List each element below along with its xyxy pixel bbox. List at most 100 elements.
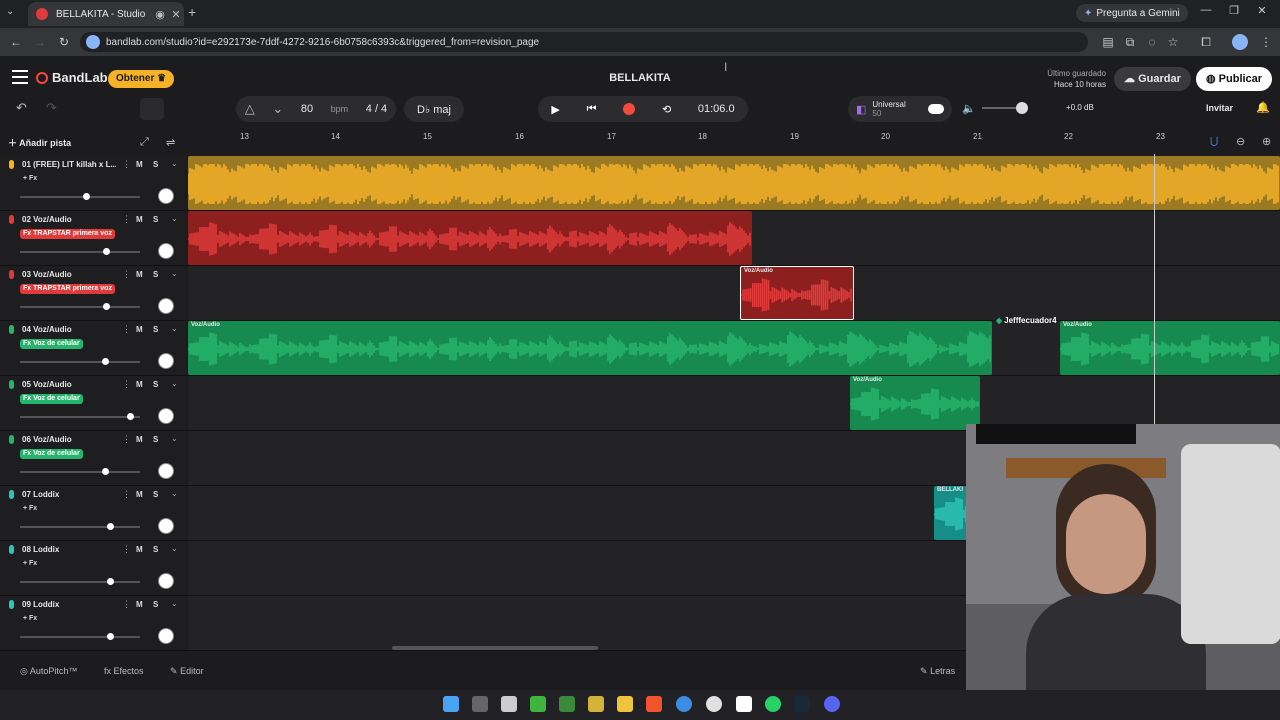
track-name[interactable]: 03 Voz/Audio: [22, 270, 116, 279]
maximize-icon[interactable]: ❐: [1222, 4, 1246, 22]
fx-button[interactable]: + Fx: [20, 614, 40, 624]
url-field[interactable]: bandlab.com/studio?id=e292173e-7ddf-4272…: [80, 32, 1088, 52]
track-more-icon[interactable]: ⋮: [122, 269, 131, 280]
effects-button[interactable]: fx Efectos: [104, 666, 144, 676]
track-volume-knob[interactable]: [102, 358, 110, 365]
whatsapp-icon[interactable]: [765, 696, 781, 712]
pan-knob[interactable]: [158, 573, 174, 589]
tool-icon[interactable]: [140, 98, 164, 120]
close-tab-icon[interactable]: ✕: [168, 8, 184, 21]
mute-button[interactable]: M: [136, 435, 143, 444]
track-volume-slider[interactable]: [20, 248, 140, 255]
track-header[interactable]: 06 Voz/Audio ⋮ M S ⌄ Fx Voz de celular: [0, 431, 186, 485]
track-lane[interactable]: [188, 211, 1280, 265]
mic-icon[interactable]: [9, 325, 14, 334]
fx-button[interactable]: Fx Voz de celular: [20, 339, 83, 349]
capcut-icon[interactable]: [736, 696, 752, 712]
tab-audio-icon[interactable]: ◉: [152, 8, 168, 21]
zoom-out-icon[interactable]: ⊖: [1236, 135, 1245, 148]
settings-sliders-icon[interactable]: ⇌: [166, 136, 175, 149]
mute-button[interactable]: M: [136, 270, 143, 279]
profile-avatar[interactable]: [1232, 34, 1248, 50]
track-volume-slider[interactable]: [20, 578, 140, 585]
reader-icon[interactable]: ▤: [1098, 32, 1118, 52]
link-icon[interactable]: ⤢: [140, 136, 149, 149]
track-volume-slider[interactable]: [20, 413, 140, 420]
magnet-icon[interactable]: ⋃: [1210, 136, 1218, 147]
fx-button[interactable]: + Fx: [20, 174, 40, 184]
track-name[interactable]: 05 Voz/Audio: [22, 380, 116, 389]
chevron-down-icon[interactable]: ⌄: [171, 544, 178, 553]
browser-tab[interactable]: BELLAKITA - Studio ◉ ✕: [28, 2, 184, 26]
fx-button[interactable]: + Fx: [20, 504, 40, 514]
minimize-icon[interactable]: —: [1194, 4, 1218, 22]
fx-button[interactable]: Fx Voz de celular: [20, 449, 83, 459]
minecraft-icon[interactable]: [559, 696, 575, 712]
pan-knob[interactable]: [158, 243, 174, 259]
solo-button[interactable]: S: [153, 435, 158, 444]
discord-icon[interactable]: [824, 696, 840, 712]
track-volume-knob[interactable]: [83, 193, 90, 200]
reload-icon[interactable]: ↻: [54, 32, 74, 52]
track-name[interactable]: 02 Voz/Audio: [22, 215, 116, 224]
solo-button[interactable]: S: [153, 380, 158, 389]
solo-button[interactable]: S: [153, 270, 158, 279]
time-signature[interactable]: 4 / 4: [366, 103, 387, 115]
track-more-icon[interactable]: ⋮: [122, 379, 131, 390]
install-icon[interactable]: ⧉: [1120, 32, 1140, 52]
track-more-icon[interactable]: ⋮: [122, 599, 131, 610]
chevron-down-icon[interactable]: ⌄: [171, 434, 178, 443]
track-name[interactable]: 04 Voz/Audio: [22, 325, 116, 334]
track-header[interactable]: 01 (FREE) LIT killah x L... ⋮ M S ⌄ + Fx: [0, 156, 186, 210]
pan-knob[interactable]: [158, 188, 174, 204]
track-name[interactable]: 07 Loddix: [22, 490, 116, 499]
mic-icon[interactable]: [9, 215, 14, 224]
menu-icon[interactable]: ⋮: [1256, 32, 1276, 52]
audio-clip[interactable]: Voz/Audio: [850, 376, 980, 430]
skip-back-icon[interactable]: ⏮: [587, 103, 597, 116]
fx-button[interactable]: Fx TRAPSTAR primera voz: [20, 284, 115, 294]
track-more-icon[interactable]: ⋮: [122, 489, 131, 500]
mute-button[interactable]: M: [136, 160, 143, 169]
zoom-in-icon[interactable]: ⊕: [1262, 135, 1271, 148]
brave-icon[interactable]: [646, 696, 662, 712]
fx-button[interactable]: Fx Voz de celular: [20, 394, 83, 404]
track-volume-knob[interactable]: [103, 248, 111, 255]
app-icon[interactable]: [706, 696, 722, 712]
track-volume-knob[interactable]: [102, 468, 110, 475]
chevron-down-icon[interactable]: ⌄: [171, 599, 178, 608]
key-button[interactable]: D♭ maj: [404, 96, 464, 122]
extensions-icon[interactable]: ⧠: [1196, 32, 1216, 52]
track-name[interactable]: 06 Voz/Audio: [22, 435, 116, 444]
undo-icon[interactable]: ↶: [16, 100, 27, 116]
editor-button[interactable]: ✎ Editor: [170, 666, 204, 677]
track-header[interactable]: 09 Loddix ⋮ M S ⌄ + Fx: [0, 596, 186, 650]
loop-icon[interactable]: ⟲: [662, 103, 671, 116]
universal-toggle[interactable]: [928, 104, 944, 114]
chrome-icon[interactable]: [676, 696, 692, 712]
fx-button[interactable]: Fx TRAPSTAR primera voz: [20, 229, 115, 239]
track-more-icon[interactable]: ⋮: [122, 434, 131, 445]
track-volume-slider[interactable]: [20, 358, 140, 365]
save-button[interactable]: ☁ Guardar: [1114, 67, 1191, 91]
mic-icon[interactable]: [9, 435, 14, 444]
track-more-icon[interactable]: ⋮: [122, 544, 131, 555]
chevron-down-icon[interactable]: ⌄: [272, 101, 283, 117]
publish-button[interactable]: ◍ Publicar: [1196, 67, 1273, 91]
audio-clip[interactable]: Voz/Audio: [740, 266, 854, 320]
track-volume-knob[interactable]: [107, 523, 114, 530]
horizontal-scrollbar[interactable]: [392, 646, 598, 650]
speaker-icon[interactable]: 🔈: [962, 102, 976, 115]
metronome-icon[interactable]: △: [245, 101, 255, 117]
game-icon[interactable]: [588, 696, 604, 712]
chevron-down-icon[interactable]: ⌄: [171, 214, 178, 223]
track-volume-slider[interactable]: [20, 303, 140, 310]
track-more-icon[interactable]: ⋮: [122, 324, 131, 335]
chevron-down-icon[interactable]: ⌄: [171, 324, 178, 333]
track-lane[interactable]: [188, 156, 1280, 210]
track-volume-slider[interactable]: [20, 523, 140, 530]
playhead[interactable]: [1154, 154, 1155, 426]
track-volume-knob[interactable]: [127, 413, 135, 420]
file-explorer-icon[interactable]: [617, 696, 633, 712]
bell-icon[interactable]: 🔔: [1256, 101, 1270, 114]
